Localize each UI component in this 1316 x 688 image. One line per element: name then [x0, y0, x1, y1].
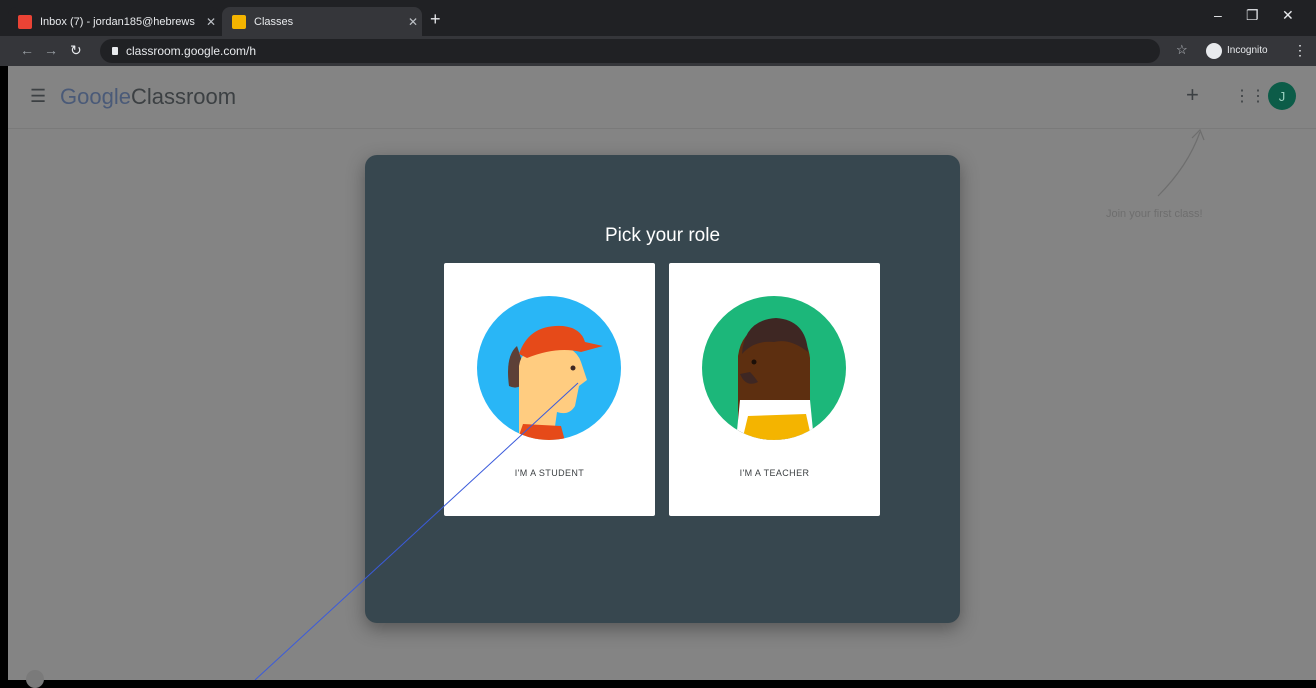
gmail-favicon-icon [18, 14, 32, 29]
add-class-icon[interactable]: + [1186, 82, 1199, 108]
restore-icon[interactable]: ❐ [1246, 7, 1259, 24]
close-window-icon[interactable]: ✕ [1282, 7, 1294, 24]
main-menu-icon[interactable]: ☰ [30, 86, 46, 107]
dialog-title: Pick your role [604, 225, 721, 246]
incognito-label[interactable]: Incognito [1227, 45, 1268, 56]
minimize-icon[interactable]: – [1214, 7, 1222, 23]
student-illustration-icon [477, 296, 621, 440]
student-role-label: I'M A STUDENT [514, 468, 585, 478]
pick-role-dialog: Pick your role I'M A STUDENT I'M A TEACH… [365, 155, 960, 623]
tab-title: Classes [254, 15, 294, 28]
browser-tab-classes[interactable]: Classes ✕ [222, 7, 422, 36]
close-tab-icon[interactable]: ✕ [202, 15, 220, 29]
address-bar[interactable]: classroom.google.com/h [100, 39, 1160, 63]
lock-icon [112, 47, 118, 55]
brand-google: Google [60, 84, 131, 109]
close-tab-icon[interactable]: ✕ [404, 15, 422, 29]
tab-title: Inbox (7) - jordan185@hebrews [40, 15, 195, 28]
bookmark-star-icon[interactable]: ☆ [1176, 42, 1188, 58]
brand-product: Classroom [130, 84, 237, 109]
reload-icon[interactable]: ↻ [70, 42, 82, 59]
hint-arrow-icon [1157, 128, 1205, 197]
avatar[interactable]: J [1268, 82, 1296, 110]
student-role-card[interactable]: I'M A STUDENT [444, 263, 655, 516]
incognito-icon[interactable] [1206, 43, 1222, 59]
teacher-role-card[interactable]: I'M A TEACHER [669, 263, 880, 516]
new-tab-icon[interactable]: + [430, 9, 441, 30]
browser-menu-icon[interactable]: ⋮ [1293, 42, 1307, 59]
url-text: classroom.google.com/h [126, 44, 257, 58]
help-icon[interactable] [26, 670, 44, 688]
browser-tab-inbox[interactable]: Inbox (7) - jordan185@hebrews ✕ [8, 7, 220, 36]
classroom-favicon-icon [232, 14, 246, 29]
teacher-illustration-icon [702, 296, 846, 440]
teacher-role-label: I'M A TEACHER [739, 468, 810, 478]
join-class-hint: Join your first class! [1106, 208, 1203, 220]
browser-toolbar: ← → ↻ classroom.google.com/h ☆ Incognito… [0, 36, 1316, 66]
app-logo[interactable]: GoogleClassroom [60, 84, 236, 110]
browser-tab-strip: Inbox (7) - jordan185@hebrews ✕ Classes … [0, 0, 1316, 36]
back-icon[interactable]: ← [20, 42, 34, 58]
app-header: ☰ GoogleClassroom + ⋮⋮⋮ J [8, 66, 1316, 129]
forward-icon[interactable]: → [44, 42, 58, 58]
